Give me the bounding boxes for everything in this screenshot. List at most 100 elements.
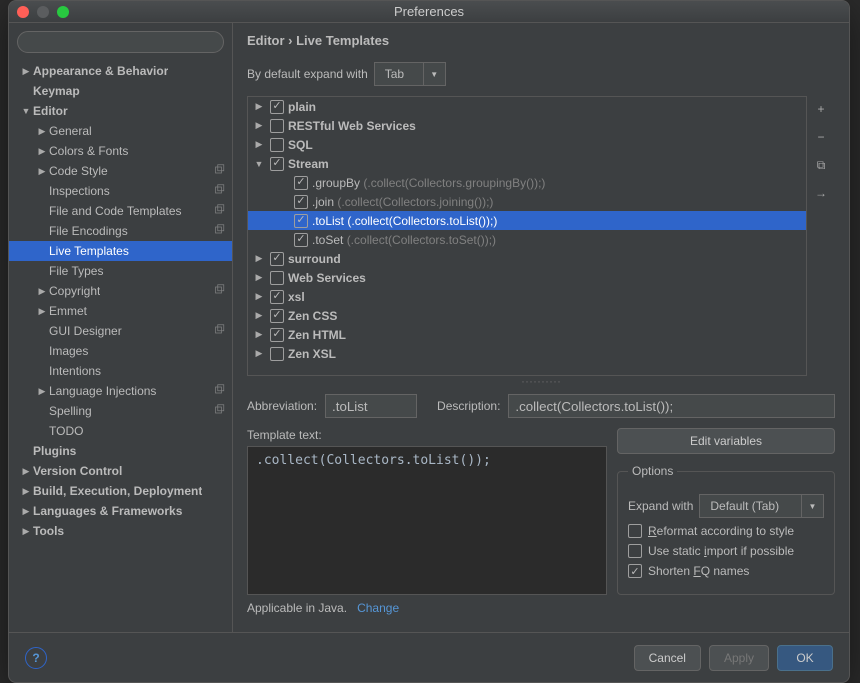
sidebar-item-languages-frameworks[interactable]: ▶Languages & Frameworks [9,501,232,521]
zoom-icon[interactable] [57,6,69,18]
shorten-fq-checkbox[interactable] [628,564,642,578]
sidebar-item-file-types[interactable]: File Types [9,261,232,281]
template-enabled-checkbox[interactable] [270,290,284,304]
template-enabled-checkbox[interactable] [270,328,284,342]
tree-arrow-icon: ▶ [19,66,33,77]
template-enabled-checkbox[interactable] [270,100,284,114]
template-enabled-checkbox[interactable] [270,347,284,361]
template-row[interactable]: ▶ RESTful Web Services [248,116,806,135]
sidebar-item-label: Images [49,344,88,358]
breadcrumb: Editor › Live Templates [247,33,835,48]
template-name: xsl [288,290,305,304]
template-row[interactable]: .join (.collect(Collectors.joining());) [248,192,806,211]
applicable-text: Applicable in Java. [247,601,347,615]
sidebar-item-label: Copyright [49,284,100,298]
cancel-button[interactable]: Cancel [634,645,701,671]
help-button[interactable]: ? [25,647,47,669]
template-enabled-checkbox[interactable] [294,195,308,209]
sidebar-item-keymap[interactable]: Keymap [9,81,232,101]
template-row[interactable]: .toSet (.collect(Collectors.toSet());) [248,230,806,249]
sidebar-item-version-control[interactable]: ▶Version Control [9,461,232,481]
template-row[interactable]: .groupBy (.collect(Collectors.groupingBy… [248,173,806,192]
settings-tree[interactable]: ▶Appearance & BehaviorKeymap▼Editor▶Gene… [9,61,232,632]
sidebar-item-file-encodings[interactable]: File Encodings [9,221,232,241]
tree-arrow-icon: ▶ [19,526,33,537]
apply-button[interactable]: Apply [709,645,769,671]
template-row[interactable]: ▶Zen XSL [248,344,806,363]
template-name: .toSet (.collect(Collectors.toSet());) [312,233,496,247]
sidebar-item-spelling[interactable]: Spelling [9,401,232,421]
template-enabled-checkbox[interactable] [294,176,308,190]
export-template-button[interactable]: → [812,184,830,202]
sidebar-item-live-templates[interactable]: Live Templates [9,241,232,261]
sidebar-item-label: General [49,124,92,138]
options-legend: Options [628,464,677,478]
sidebar-item-file-and-code-templates[interactable]: File and Code Templates [9,201,232,221]
expand-with-select[interactable]: Default (Tab) ▼ [699,494,824,518]
template-name: Zen CSS [288,309,337,323]
template-row[interactable]: ▶surround [248,249,806,268]
template-enabled-checkbox[interactable] [270,271,284,285]
template-name: .join (.collect(Collectors.joining());) [312,195,493,209]
template-row[interactable]: ▶plain [248,97,806,116]
sidebar-item-build-execution-deployment[interactable]: ▶Build, Execution, Deployment [9,481,232,501]
sidebar-item-language-injections[interactable]: ▶Language Injections [9,381,232,401]
template-row[interactable]: ▼Stream [248,154,806,173]
sidebar-item-inspections[interactable]: Inspections [9,181,232,201]
template-enabled-checkbox[interactable] [270,252,284,266]
expand-with-label: Expand with [628,499,693,513]
sidebar-item-intentions[interactable]: Intentions [9,361,232,381]
sidebar-item-copyright[interactable]: ▶Copyright [9,281,232,301]
add-template-button[interactable]: + [812,100,830,118]
template-row[interactable]: ▶ xsl [248,287,806,306]
default-expand-select[interactable]: Tab ▼ [374,62,446,86]
sidebar-item-gui-designer[interactable]: GUI Designer [9,321,232,341]
template-name: SQL [288,138,313,152]
chevron-down-icon[interactable]: ▼ [801,495,823,517]
abbreviation-input[interactable] [325,394,417,418]
template-enabled-checkbox[interactable] [270,138,284,152]
tree-arrow-icon: ▶ [35,166,49,177]
tree-arrow-icon: ▶ [252,120,266,131]
sidebar-item-todo[interactable]: TODO [9,421,232,441]
search-input[interactable] [17,31,224,53]
reformat-checkbox[interactable] [628,524,642,538]
ok-button[interactable]: OK [777,645,833,671]
sidebar-item-tools[interactable]: ▶Tools [9,521,232,541]
template-row[interactable]: ▶Zen CSS [248,306,806,325]
template-row[interactable]: ▶SQL [248,135,806,154]
splitter-handle[interactable]: ·········· [247,378,835,384]
template-name: RESTful Web Services [288,119,416,133]
applicable-change-link[interactable]: Change [357,601,399,615]
template-enabled-checkbox[interactable] [270,157,284,171]
template-row[interactable]: ▶Web Services [248,268,806,287]
button-bar: ? Cancel Apply OK [9,632,849,682]
template-row[interactable]: ▶Zen HTML [248,325,806,344]
template-groups-list[interactable]: ▶plain▶RESTful Web Services▶SQL▼Stream.g… [247,96,807,376]
sidebar-item-editor[interactable]: ▼Editor [9,101,232,121]
close-icon[interactable] [17,6,29,18]
per-project-icon [214,324,226,336]
sidebar-item-colors-fonts[interactable]: ▶Colors & Fonts [9,141,232,161]
static-import-checkbox[interactable] [628,544,642,558]
sidebar-item-code-style[interactable]: ▶Code Style [9,161,232,181]
minimize-icon[interactable] [37,6,49,18]
template-enabled-checkbox[interactable] [270,119,284,133]
sidebar-item-images[interactable]: Images [9,341,232,361]
template-row[interactable]: .toList (.collect(Collectors.toList());) [248,211,806,230]
template-enabled-checkbox[interactable] [294,233,308,247]
sidebar-item-appearance-behavior[interactable]: ▶Appearance & Behavior [9,61,232,81]
sidebar-item-emmet[interactable]: ▶Emmet [9,301,232,321]
sidebar-item-label: Keymap [33,84,80,98]
remove-template-button[interactable]: − [812,128,830,146]
description-input[interactable] [508,394,835,418]
template-enabled-checkbox[interactable] [294,214,308,228]
copy-template-button[interactable]: ⧉ [812,156,830,174]
sidebar-item-plugins[interactable]: Plugins [9,441,232,461]
edit-variables-button[interactable]: Edit variables [617,428,835,454]
chevron-down-icon[interactable]: ▼ [423,63,445,85]
tree-arrow-icon: ▶ [252,291,266,302]
template-text-area[interactable]: .collect(Collectors.toList()); [247,446,607,595]
sidebar-item-general[interactable]: ▶General [9,121,232,141]
template-enabled-checkbox[interactable] [270,309,284,323]
